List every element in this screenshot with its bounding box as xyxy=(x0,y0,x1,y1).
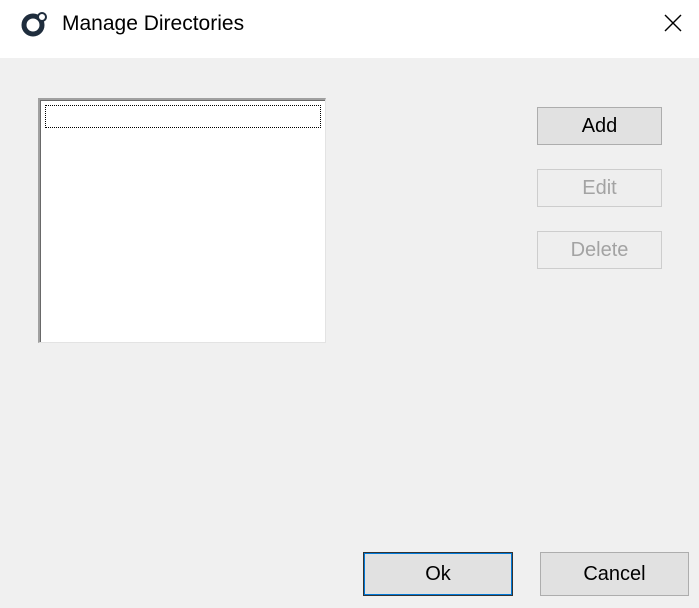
delete-button[interactable]: Delete xyxy=(537,231,662,269)
edit-button[interactable]: Edit xyxy=(537,169,662,207)
window-title: Manage Directories xyxy=(62,12,245,35)
close-icon xyxy=(663,13,683,38)
app-icon xyxy=(21,10,49,38)
add-button[interactable]: Add xyxy=(537,107,662,145)
manage-directories-dialog: Manage Directories Add Edit Delete Ok Ca… xyxy=(0,0,699,608)
listbox-inner xyxy=(40,100,325,342)
list-item[interactable] xyxy=(45,105,321,128)
directories-listbox[interactable] xyxy=(38,98,326,343)
title-bar: Manage Directories xyxy=(0,0,699,58)
close-button[interactable] xyxy=(651,5,695,45)
cancel-button[interactable]: Cancel xyxy=(540,552,689,596)
ok-button[interactable]: Ok xyxy=(363,552,513,596)
